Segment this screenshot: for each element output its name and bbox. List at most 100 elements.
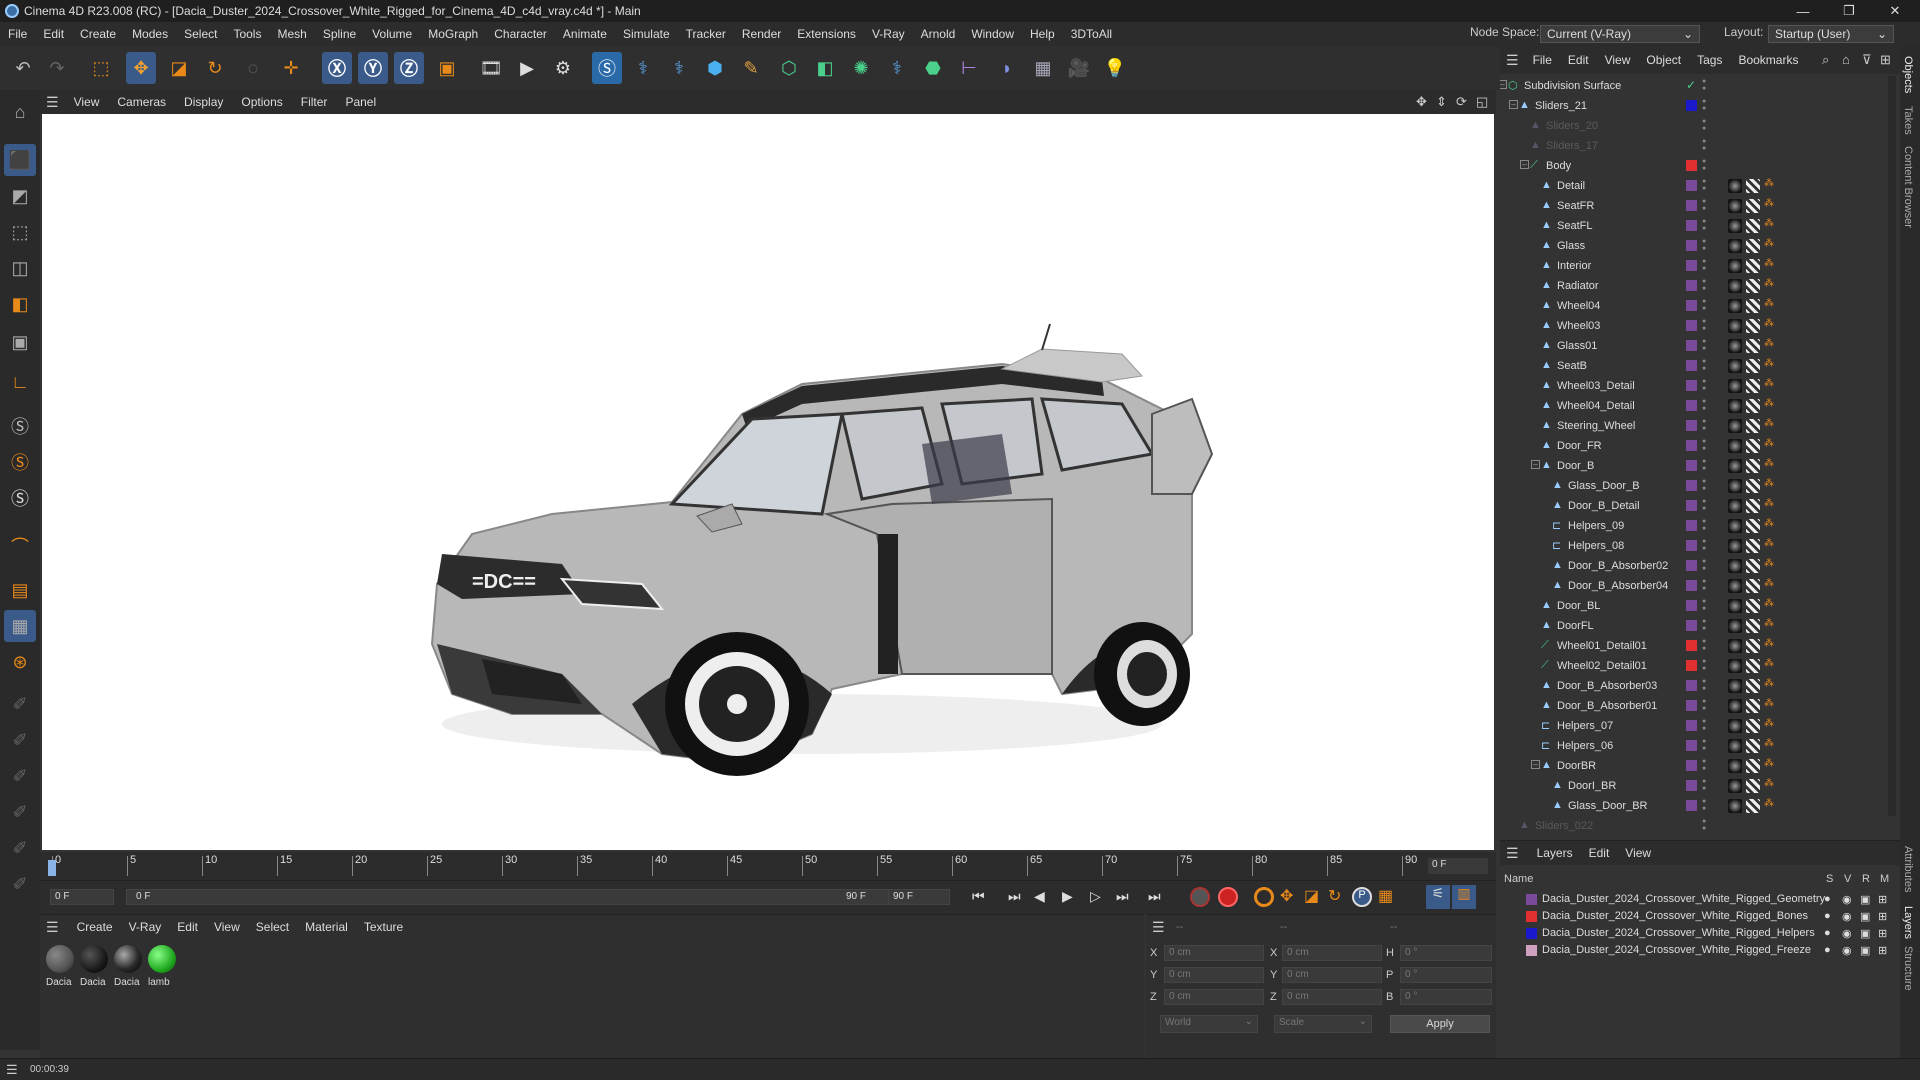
material-tag-icon[interactable] xyxy=(1728,299,1742,313)
go-to-start-icon[interactable]: ⏮ xyxy=(972,888,985,905)
timeline-ruler[interactable]: 0 5 10 15 20 25 30 35 40 45 50 55 60 65 70 75 80 85 90 0 F xyxy=(40,852,1496,880)
layer-color-swatch[interactable] xyxy=(1686,640,1697,651)
home-icon[interactable]: ⌂ xyxy=(1842,52,1850,67)
visibility-dots[interactable]: ● ● xyxy=(1702,78,1708,92)
viewport-cameras-menu[interactable]: Cameras xyxy=(108,95,175,109)
quantize-icon[interactable]: Ⓢ xyxy=(4,482,36,514)
texture-tag-icon[interactable] xyxy=(1746,179,1760,193)
visibility-dots[interactable]: ● ● xyxy=(1702,598,1708,612)
viewport-move-icon[interactable]: ✥ xyxy=(1416,94,1427,110)
object-row[interactable]: ▲ Interior ● ● ⁂ xyxy=(1500,256,1886,276)
solo-toggle-icon[interactable]: ● xyxy=(1824,944,1831,956)
timeline-playhead[interactable] xyxy=(48,860,56,876)
hamburger-icon[interactable]: ☰ xyxy=(1152,919,1165,936)
vray-tag-icon[interactable]: ⁂ xyxy=(1764,618,1774,629)
visibility-dots[interactable]: ● ● xyxy=(1702,318,1708,332)
material-tag-icon[interactable] xyxy=(1728,239,1742,253)
magnet-icon[interactable]: ⌒ xyxy=(4,530,36,562)
layer-color-swatch[interactable] xyxy=(1686,680,1697,691)
layer-color-swatch[interactable] xyxy=(1686,560,1697,571)
deformer-icon[interactable]: ⊢ xyxy=(954,52,984,84)
key-position-icon[interactable]: ✥ xyxy=(1280,886,1293,906)
size-y-field[interactable]: 0 cm xyxy=(1282,967,1382,983)
apply-button[interactable]: Apply xyxy=(1390,1015,1490,1033)
next-frame-icon[interactable]: ▷ xyxy=(1090,888,1101,905)
layer-color-swatch[interactable] xyxy=(1686,500,1697,511)
scale-select[interactable]: Scale ⌄ xyxy=(1274,1015,1372,1033)
menu-spline[interactable]: Spline xyxy=(315,27,364,41)
viewport-rotate-icon[interactable]: ⟳ xyxy=(1456,94,1467,110)
record-active-icon[interactable] xyxy=(1190,887,1210,907)
layout-select[interactable]: Startup (User) ⌄ xyxy=(1768,25,1894,43)
material-tag-icon[interactable] xyxy=(1728,579,1742,593)
object-row[interactable]: – ⬡ Subdivision Surface ● ● ✓ xyxy=(1500,76,1886,96)
visibility-dots[interactable]: ● ● xyxy=(1702,258,1708,272)
layer-color-swatch[interactable] xyxy=(1526,928,1537,939)
object-row[interactable]: ▲ Door_B_Detail ● ● ⁂ xyxy=(1500,496,1886,516)
object-row[interactable]: ⟋ Wheel01_Detail01 ● ● ⁂ xyxy=(1500,636,1886,656)
texture-tag-icon[interactable] xyxy=(1746,339,1760,353)
layer-color-swatch[interactable] xyxy=(1526,894,1537,905)
layer-color-swatch[interactable] xyxy=(1686,400,1697,411)
layer-color-swatch[interactable] xyxy=(1686,460,1697,471)
vray-tag-icon[interactable]: ⁂ xyxy=(1764,198,1774,209)
camera-icon[interactable]: 🎥 xyxy=(1064,52,1094,84)
vray-tag-icon[interactable]: ⁂ xyxy=(1764,238,1774,249)
material-tag-icon[interactable] xyxy=(1728,539,1742,553)
material-tag-icon[interactable] xyxy=(1728,719,1742,733)
material-tag-icon[interactable] xyxy=(1728,359,1742,373)
visibility-dots[interactable]: ● ● xyxy=(1702,498,1708,512)
texture-tag-icon[interactable] xyxy=(1746,219,1760,233)
material-tag-icon[interactable] xyxy=(1728,639,1742,653)
object-row[interactable]: ▲ SeatFR ● ● ⁂ xyxy=(1500,196,1886,216)
menu-simulate[interactable]: Simulate xyxy=(615,27,678,41)
scale-icon[interactable]: ◪ xyxy=(164,52,194,84)
layer-row[interactable]: Dacia_Duster_2024_Crossover_White_Rigged… xyxy=(1500,925,1900,942)
object-row[interactable]: ▲ Door_B_Absorber03 ● ● ⁂ xyxy=(1500,676,1886,696)
model-mode-icon[interactable]: ⬛ xyxy=(4,144,36,176)
vray-tag-icon[interactable]: ⁂ xyxy=(1764,318,1774,329)
visibility-dots[interactable]: ● ● xyxy=(1702,578,1708,592)
object-row[interactable]: ▲ Wheel03_Detail ● ● ⁂ xyxy=(1500,376,1886,396)
layer-color-swatch[interactable] xyxy=(1686,300,1697,311)
visibility-dots[interactable]: ● ● xyxy=(1702,118,1708,132)
layer-color-swatch[interactable] xyxy=(1686,220,1697,231)
visibility-dots[interactable]: ● ● xyxy=(1702,658,1708,672)
layer-color-swatch[interactable] xyxy=(1686,260,1697,271)
node-space-select[interactable]: Current (V-Ray) ⌄ xyxy=(1540,25,1700,43)
layer-color-swatch[interactable] xyxy=(1686,760,1697,771)
size-z-field[interactable]: 0 cm xyxy=(1282,989,1382,1005)
world-select[interactable]: World ⌄ xyxy=(1160,1015,1258,1033)
close-button[interactable]: ✕ xyxy=(1872,0,1918,22)
visibility-dots[interactable]: ● ● xyxy=(1702,418,1708,432)
snap-settings-icon[interactable]: Ⓢ xyxy=(4,446,36,478)
vray-tag-icon[interactable]: ⁂ xyxy=(1764,358,1774,369)
rotation-p-field[interactable]: 0 ° xyxy=(1400,967,1492,983)
mat-menu-material[interactable]: Material xyxy=(297,920,356,934)
extrude-icon[interactable]: ◧ xyxy=(810,52,840,84)
material-tag-icon[interactable] xyxy=(1728,259,1742,273)
vray-tag-icon[interactable]: ⁂ xyxy=(1764,638,1774,649)
keyframe-selection-icon[interactable] xyxy=(1254,887,1274,907)
object-row[interactable]: ▲ Glass_Door_BR ● ● ⁂ xyxy=(1500,796,1886,816)
python-icon[interactable]: ⚕ xyxy=(628,52,658,84)
object-row[interactable]: ▲ Door_B_Absorber01 ● ● ⁂ xyxy=(1500,696,1886,716)
layer-menu-edit[interactable]: Edit xyxy=(1581,846,1618,860)
layer-color-swatch[interactable] xyxy=(1686,100,1697,111)
texture-tag-icon[interactable] xyxy=(1746,559,1760,573)
object-row[interactable]: ▲ Door_B_Absorber02 ● ● ⁂ xyxy=(1500,556,1886,576)
object-row[interactable]: ▲ Door_FR ● ● ⁂ xyxy=(1500,436,1886,456)
layer-color-swatch[interactable] xyxy=(1686,200,1697,211)
tab-objects[interactable]: Objects xyxy=(1902,56,1914,93)
menu-vray[interactable]: V-Ray xyxy=(864,27,913,41)
visibility-dots[interactable]: ● ● xyxy=(1702,218,1708,232)
viewport-display-menu[interactable]: Display xyxy=(175,95,232,109)
tab-attributes[interactable]: Attributes xyxy=(1902,846,1914,892)
tab-takes[interactable]: Takes xyxy=(1902,106,1914,135)
texture-tag-icon[interactable] xyxy=(1746,279,1760,293)
visibility-dots[interactable]: ● ● xyxy=(1702,518,1708,532)
menu-edit[interactable]: Edit xyxy=(35,27,72,41)
object-row[interactable]: ▲ SeatFL ● ● ⁂ xyxy=(1500,216,1886,236)
search-icon[interactable]: ⌕ xyxy=(1822,52,1829,68)
texture-tag-icon[interactable] xyxy=(1746,259,1760,273)
